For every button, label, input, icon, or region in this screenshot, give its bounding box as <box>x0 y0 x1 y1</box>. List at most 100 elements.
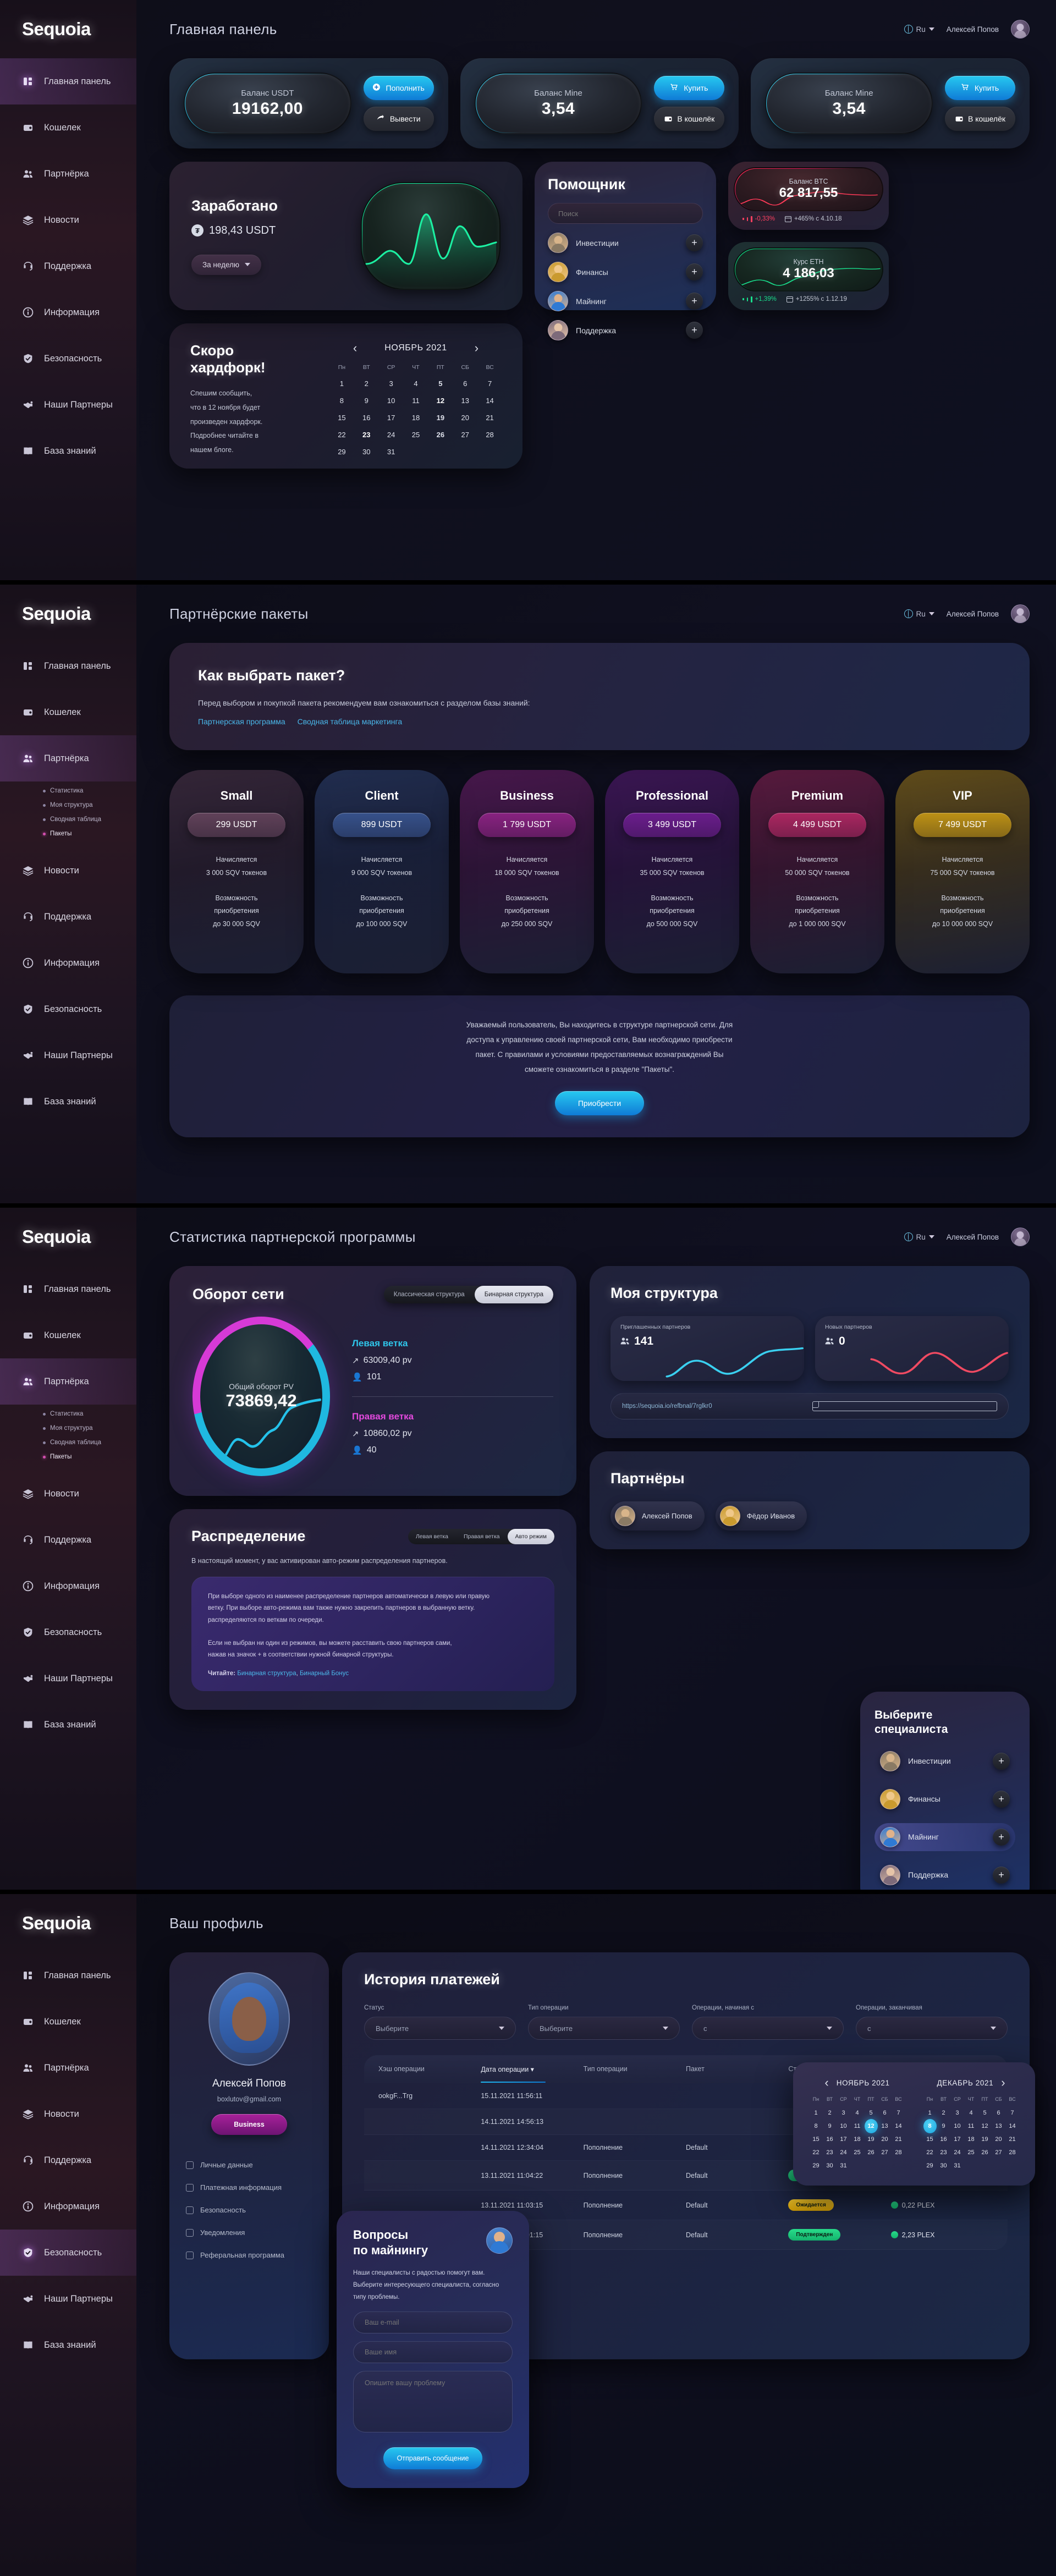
sidebar-item-0[interactable]: Главная панель <box>0 643 136 689</box>
calendar-day[interactable]: 25 <box>965 2147 977 2158</box>
calendar-day[interactable]: 23 <box>355 427 378 442</box>
calendar-day[interactable]: 16 <box>823 2134 836 2145</box>
knowledge-link[interactable]: Сводная таблица маркетинга <box>298 717 403 726</box>
calendar-day[interactable]: 23 <box>937 2147 950 2158</box>
sidebar-subitem[interactable]: Моя структура <box>43 1421 136 1435</box>
calendar-day[interactable]: 21 <box>892 2134 905 2145</box>
calendar-day[interactable]: 17 <box>951 2134 964 2145</box>
distribution-tab[interactable]: Авто режим <box>507 1528 554 1544</box>
calendar-day[interactable]: 31 <box>951 2160 964 2171</box>
calendar-day[interactable]: 26 <box>865 2147 877 2158</box>
assistant-row[interactable]: Финансы + <box>548 262 703 282</box>
sidebar-item-6[interactable]: Безопасность <box>0 1609 136 1655</box>
filter-select[interactable]: Выберите <box>528 2017 680 2040</box>
specialist-row[interactable]: Майнинг + <box>875 1823 1015 1851</box>
specialist-row[interactable]: Финансы + <box>875 1785 1015 1813</box>
sidebar-item-4[interactable]: Поддержка <box>0 2137 136 2183</box>
package-card-0[interactable]: Small 299 USDT Начисляется 3 000 SQV токено… <box>169 770 304 973</box>
language-selector[interactable]: Ru <box>904 1232 934 1241</box>
calendar-day[interactable]: 24 <box>951 2147 964 2158</box>
package-card-3[interactable]: Professional 3 499 USDT Начисляется 35 000 … <box>605 770 739 973</box>
sidebar-subitem[interactable]: Статистика <box>43 1407 136 1421</box>
calendar-day[interactable]: 4 <box>965 2107 977 2118</box>
specialist-row[interactable]: Поддержка + <box>875 1861 1015 1889</box>
calendar-day[interactable]: 2 <box>937 2107 950 2118</box>
sidebar-item-3[interactable]: Новости <box>0 2091 136 2137</box>
calendar-day[interactable]: 13 <box>992 2121 1005 2132</box>
calendar-day[interactable]: 17 <box>837 2134 850 2145</box>
calendar-day[interactable]: 20 <box>878 2134 891 2145</box>
table-header-cell[interactable]: Пакет <box>686 2065 788 2073</box>
calendar-day[interactable]: 6 <box>453 376 477 391</box>
calendar-day[interactable]: 4 <box>404 376 428 391</box>
calendar-day[interactable]: 10 <box>837 2121 850 2132</box>
calendar-day[interactable]: 13 <box>453 393 477 408</box>
calendar-day[interactable]: 28 <box>478 427 502 442</box>
calendar-day[interactable]: 29 <box>923 2160 936 2171</box>
calendar-day[interactable]: 13 <box>878 2121 891 2132</box>
sidebar-subitem[interactable]: Моя структура <box>43 798 136 812</box>
distribution-tab[interactable]: Правая ветка <box>456 1529 508 1544</box>
sidebar-item-1[interactable]: Кошелек <box>0 1312 136 1358</box>
calendar-prev-button[interactable]: ‹ <box>824 2077 828 2089</box>
sidebar-item-3[interactable]: Новости <box>0 197 136 243</box>
calendar-day[interactable]: 7 <box>892 2107 905 2118</box>
table-header-cell[interactable]: Тип операции <box>584 2065 686 2073</box>
referral-link-row[interactable]: https://sequoia.io/refbnal/7rglkr0 <box>610 1393 1009 1419</box>
sidebar-item-5[interactable]: Информация <box>0 2183 136 2230</box>
balance-secondary-button[interactable]: Вывести <box>363 107 434 131</box>
filter-select[interactable]: с <box>692 2017 844 2040</box>
calendar-day[interactable]: 22 <box>330 427 354 442</box>
calendar-day[interactable]: 10 <box>380 393 403 408</box>
calendar-day[interactable]: 25 <box>404 427 428 442</box>
sidebar-subitem[interactable]: Пакеты <box>43 1450 136 1464</box>
calendar-day[interactable]: 27 <box>878 2147 891 2158</box>
table-header-cell[interactable]: Хэш операции <box>378 2065 481 2073</box>
add-specialist-button[interactable]: + <box>686 293 703 310</box>
calendar-day[interactable]: 27 <box>453 427 477 442</box>
language-selector[interactable]: Ru <box>904 25 934 34</box>
package-card-4[interactable]: Premium 4 499 USDT Начисляется 50 000 SQV т… <box>750 770 884 973</box>
calendar-day[interactable]: 17 <box>380 410 403 425</box>
calendar-day[interactable]: 1 <box>810 2107 822 2118</box>
earned-period-select[interactable]: За неделю <box>191 254 262 275</box>
calendar-day[interactable]: 5 <box>428 376 452 391</box>
table-header-cell[interactable]: Дата операции ▾ <box>481 2065 583 2083</box>
sidebar-item-1[interactable]: Кошелек <box>0 1999 136 2045</box>
sidebar-item-8[interactable]: База знаний <box>0 1702 136 1748</box>
calendar-day[interactable]: 29 <box>810 2160 822 2171</box>
sidebar-item-5[interactable]: Информация <box>0 289 136 335</box>
sidebar-item-7[interactable]: Наши Партнеры <box>0 1032 136 1078</box>
calendar-day[interactable]: 29 <box>330 444 354 459</box>
sidebar-item-5[interactable]: Информация <box>0 940 136 986</box>
calendar-day[interactable]: 14 <box>478 393 502 408</box>
balance-secondary-button[interactable]: В кошелёк <box>654 107 725 131</box>
calendar-day[interactable]: 15 <box>810 2134 822 2145</box>
assistant-search-input[interactable] <box>548 203 703 224</box>
sidebar-item-1[interactable]: Кошелек <box>0 104 136 151</box>
question-email-input[interactable] <box>353 2311 513 2333</box>
calendar-day[interactable]: 14 <box>1006 2121 1019 2132</box>
buy-package-button[interactable]: Приобрести <box>555 1091 644 1115</box>
calendar-day[interactable]: 1 <box>923 2107 936 2118</box>
profile-nav-item[interactable]: Личные данные <box>186 2154 312 2176</box>
sidebar-subitem[interactable]: Пакеты <box>43 827 136 841</box>
filter-select[interactable]: Выберите <box>364 2017 516 2040</box>
profile-nav-item[interactable]: Безопасность <box>186 2199 312 2221</box>
add-specialist-button[interactable]: + <box>993 1828 1010 1846</box>
structure-tab[interactable]: Классическая структура <box>384 1286 475 1303</box>
calendar-day[interactable]: 9 <box>355 393 378 408</box>
distribution-read-links[interactable]: Читайте: Бинарная структура, Бинарный Бо… <box>208 1670 538 1677</box>
copy-icon[interactable] <box>812 1401 997 1411</box>
sidebar-item-1[interactable]: Кошелек <box>0 689 136 735</box>
sidebar-item-6[interactable]: Безопасность <box>0 986 136 1032</box>
calendar-day[interactable]: 6 <box>878 2107 891 2118</box>
structure-tabs[interactable]: Классическая структура Бинарная структура <box>383 1286 553 1303</box>
read-link[interactable]: Бинарная структура <box>237 1670 296 1677</box>
calendar-day[interactable]: 16 <box>937 2134 950 2145</box>
sidebar-subitem[interactable]: Статистика <box>43 784 136 798</box>
calendar-day[interactable]: 22 <box>923 2147 936 2158</box>
partner-chip[interactable]: Алексей Попов <box>610 1501 705 1531</box>
sidebar-item-7[interactable]: Наши Партнеры <box>0 382 136 428</box>
calendar-day[interactable]: 3 <box>380 376 403 391</box>
